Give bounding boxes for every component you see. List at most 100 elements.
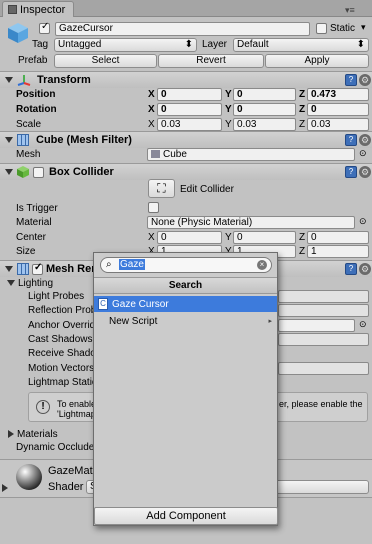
edit-collider-label: Edit Collider — [180, 184, 234, 195]
collapsed-arrow-icon[interactable] — [2, 484, 8, 492]
gear-icon[interactable]: ⚙ — [359, 263, 371, 275]
motion-vectors-label: Motion Vectors — [28, 363, 93, 374]
gear-icon[interactable]: ⚙ — [359, 74, 371, 86]
object-picker-icon[interactable]: ⊙ — [359, 319, 367, 330]
add-component-button[interactable]: Add Component — [94, 507, 278, 525]
popup-header-title: Search — [168, 280, 203, 291]
motion-vectors-dropdown[interactable] — [278, 362, 369, 375]
object-picker-icon[interactable]: ⊙ — [359, 216, 367, 227]
help-icon[interactable]: ? — [345, 166, 357, 178]
mesh-renderer-enabled-checkbox[interactable]: ✓ — [32, 262, 43, 275]
lighting-foldout[interactable]: Lighting — [0, 276, 53, 290]
rotation-y-label: Y — [225, 104, 232, 115]
is-trigger-label: Is Trigger — [16, 203, 58, 214]
prefab-select-button[interactable]: Select — [54, 54, 157, 68]
scale-label: Scale — [16, 119, 42, 130]
center-x-field[interactable]: 0 — [157, 231, 222, 244]
center-x-label: X — [148, 232, 155, 243]
object-picker-icon[interactable]: ⊙ — [359, 148, 367, 159]
submenu-arrow-icon: ▸ — [268, 318, 272, 325]
box-collider-header[interactable]: Box Collider — [0, 163, 372, 180]
is-trigger-checkbox[interactable] — [148, 202, 159, 213]
mesh-renderer-title: Mesh Renderer — [46, 263, 99, 275]
anchor-override-field[interactable] — [278, 319, 355, 332]
transform-icon — [17, 74, 31, 86]
edit-collider-button[interactable]: ⛶ — [148, 179, 175, 198]
scale-z-field[interactable]: 0.03 — [307, 118, 369, 131]
mesh-grid-icon — [151, 150, 160, 158]
prefab-revert-button[interactable]: Revert — [158, 54, 264, 68]
position-x-field[interactable]: 0 — [157, 88, 222, 101]
cast-shadows-dropdown[interactable] — [278, 333, 369, 346]
expand-arrow-icon — [5, 266, 13, 272]
rotation-y-field[interactable]: 0 — [233, 103, 296, 116]
box-collider-enabled-checkbox[interactable] — [33, 166, 44, 178]
tab-inspector[interactable]: Inspector — [2, 1, 74, 17]
mesh-value: Cube — [163, 149, 187, 160]
center-y-field[interactable]: 0 — [233, 231, 296, 244]
size-z-field[interactable]: 1 — [307, 245, 369, 258]
clear-search-icon[interactable]: × — [257, 260, 267, 270]
transform-title: Transform — [37, 74, 91, 86]
center-z-label: Z — [299, 232, 306, 243]
help-icon[interactable]: ? — [345, 134, 357, 146]
popup-search-input[interactable]: ⌕ Gaze × — [100, 257, 272, 273]
info-text-right: er, please enable the — [279, 399, 363, 409]
size-label: Size — [16, 246, 36, 257]
layer-value: Default — [237, 39, 269, 50]
scale-y-field[interactable]: 0.03 — [233, 118, 296, 131]
chevron-down-icon: ⬍ — [356, 39, 365, 50]
edit-collider-icon: ⛶ — [157, 181, 166, 195]
light-probes-dropdown[interactable] — [278, 290, 369, 303]
gear-icon[interactable]: ⚙ — [359, 134, 371, 146]
physic-material-field[interactable]: None (Physic Material) — [147, 216, 355, 229]
tab-menu-icon[interactable]: ▾≡ — [345, 5, 355, 16]
active-checkbox[interactable]: ✓ — [39, 21, 50, 34]
gameobject-cube-icon — [6, 21, 30, 45]
result-gaze-cursor[interactable]: C Gaze Cursor — [94, 296, 277, 312]
mesh-field[interactable]: Cube — [147, 148, 355, 161]
info-icon: ! — [36, 400, 50, 414]
help-icon[interactable]: ? — [345, 74, 357, 86]
mesh-label: Mesh — [16, 149, 41, 160]
rotation-z-label: Z — [299, 104, 306, 115]
popup-header: Search — [94, 277, 277, 294]
size-z-label: Z — [299, 246, 306, 257]
scale-y-label: Y — [225, 119, 232, 130]
shader-label: Shader — [48, 481, 84, 493]
mesh-filter-header[interactable]: Cube (Mesh Filter) — [0, 131, 372, 148]
mesh-filter-title: Cube (Mesh Filter) — [36, 134, 132, 146]
position-y-field[interactable]: 0 — [233, 88, 296, 101]
rotation-z-field[interactable]: 0 — [307, 103, 369, 116]
static-checkbox[interactable] — [316, 23, 327, 34]
lighting-label: Lighting — [18, 277, 54, 289]
box-collider-title: Box Collider — [49, 166, 114, 178]
help-icon[interactable]: ? — [345, 263, 357, 275]
scale-z-label: Z — [299, 119, 306, 130]
rotation-x-label: X — [148, 104, 155, 115]
mesh-renderer-icon — [17, 263, 29, 275]
material-name: GazeMaterial — [48, 465, 93, 477]
gear-icon[interactable]: ⚙ — [359, 166, 371, 178]
center-z-field[interactable]: 0 — [307, 231, 369, 244]
tag-dropdown[interactable]: Untagged ⬍ — [54, 38, 197, 52]
chevron-down-icon: ⬍ — [184, 39, 193, 50]
static-dropdown-icon[interactable]: ▾ — [361, 22, 366, 33]
rotation-x-field[interactable]: 0 — [157, 103, 222, 116]
info-text-line2: 'Lightmap — [57, 409, 96, 419]
result-label: New Script — [109, 315, 158, 327]
material-label: Material — [16, 217, 52, 228]
static-label: Static — [330, 23, 356, 34]
result-new-script[interactable]: New Script ▸ — [94, 313, 277, 329]
object-name-field[interactable]: GazeCursor — [55, 22, 310, 36]
transform-header[interactable]: Transform — [0, 71, 372, 88]
layer-dropdown[interactable]: Default ⬍ — [233, 38, 369, 52]
expand-arrow-icon — [5, 77, 13, 83]
script-icon: C — [98, 298, 108, 310]
prefab-apply-button[interactable]: Apply — [265, 54, 369, 68]
scale-x-field[interactable]: 0.03 — [157, 118, 222, 131]
reflection-probes-dropdown[interactable] — [278, 304, 369, 317]
dynamic-occluder-label: Dynamic Occluder — [16, 442, 94, 453]
materials-foldout[interactable]: Materials — [0, 427, 58, 441]
position-z-field[interactable]: 0.473 — [307, 88, 369, 101]
